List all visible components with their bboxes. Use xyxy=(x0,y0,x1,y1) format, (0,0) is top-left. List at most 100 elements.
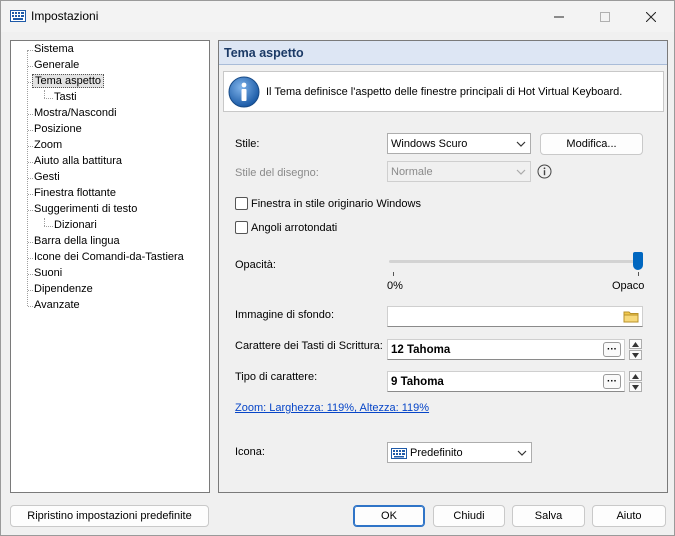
tree-item-label: Avanzate xyxy=(34,299,80,311)
opacity-slider-track[interactable] xyxy=(389,260,639,263)
style-combo[interactable]: Windows Scuro xyxy=(387,133,531,154)
opacity-min-label: 0% xyxy=(387,280,403,292)
chevron-up-icon xyxy=(632,341,639,347)
spin-down-button[interactable] xyxy=(629,350,642,360)
tree-item[interactable]: Aiuto alla battitura xyxy=(32,154,124,169)
tree-item-label: Suggerimenti di testo xyxy=(34,203,138,215)
icon-combo[interactable]: Predefinito xyxy=(387,442,532,463)
font-value: 9 Tahoma xyxy=(391,376,444,388)
tree-item-label: Icone dei Comandi-da-Tastiera xyxy=(34,251,184,263)
chevron-down-icon xyxy=(632,384,639,390)
info-box: Il Tema definisce l'aspetto delle finest… xyxy=(223,71,664,112)
opacity-max-label: Opaco xyxy=(612,280,645,292)
keyboard-icon xyxy=(10,10,26,22)
style-label: Stile: xyxy=(235,138,260,150)
tree-item[interactable]: Sistema xyxy=(32,42,76,57)
background-label: Immagine di sfondo: xyxy=(235,309,335,321)
title-bar: Impostazioni xyxy=(1,1,674,32)
font-input[interactable]: 9 Tahoma ··· xyxy=(387,371,625,392)
tree-connector xyxy=(44,90,45,98)
chevron-down-icon xyxy=(517,450,527,456)
tree-item-label: Generale xyxy=(34,59,80,71)
reset-defaults-button[interactable]: Ripristino impostazioni predefinite xyxy=(10,505,209,527)
key-font-label: Carattere dei Tasti di Scrittura: xyxy=(235,340,383,352)
maximize-button[interactable] xyxy=(582,1,628,32)
draw-style-value: Normale xyxy=(391,166,433,178)
tree-item-label: Dipendenze xyxy=(34,283,93,295)
draw-style-combo[interactable]: Normale xyxy=(387,161,531,182)
tree-item-label: Gesti xyxy=(34,171,60,183)
tree-item[interactable]: Icone dei Comandi-da-Tastiera xyxy=(32,250,186,265)
tree-item-label: Aiuto alla battitura xyxy=(34,155,123,167)
key-font-input[interactable]: 12 Tahoma ··· xyxy=(387,339,625,360)
tree-item-label: Barra della lingua xyxy=(34,235,120,247)
maximize-icon xyxy=(600,11,610,22)
ok-button[interactable]: OK xyxy=(353,505,425,527)
tree-item[interactable]: Tema aspetto xyxy=(32,74,105,89)
close-button[interactable]: Chiudi xyxy=(433,505,505,527)
rounded-corners-checkbox[interactable] xyxy=(235,221,248,234)
background-input[interactable] xyxy=(387,306,643,327)
tree-item[interactable]: Tasti xyxy=(52,90,79,105)
window-title: Impostazioni xyxy=(31,9,99,23)
edit-style-button[interactable]: Modifica... xyxy=(540,133,643,155)
chevron-down-icon xyxy=(632,352,639,358)
icon-label: Icona: xyxy=(235,446,265,458)
spin-up-button[interactable] xyxy=(629,371,642,381)
settings-tree[interactable]: Sistema Generale Tema aspetto Tasti Mostra/N… xyxy=(10,40,210,493)
spin-down-button[interactable] xyxy=(629,382,642,392)
opacity-slider-thumb[interactable] xyxy=(633,252,643,270)
key-font-spinner[interactable] xyxy=(629,339,642,360)
info-icon xyxy=(228,76,260,108)
chevron-down-icon xyxy=(516,169,526,175)
tree-item[interactable]: Zoom xyxy=(32,138,64,153)
close-icon xyxy=(646,11,656,22)
folder-icon[interactable] xyxy=(623,310,639,323)
native-style-label: Finestra in stile originario Windows xyxy=(251,198,421,210)
info-small-icon[interactable] xyxy=(537,164,552,179)
native-style-checkbox[interactable] xyxy=(235,197,248,210)
tree-item-label: Tema aspetto xyxy=(32,74,105,88)
info-text: Il Tema definisce l'aspetto delle finest… xyxy=(266,86,623,98)
save-button[interactable]: Salva xyxy=(512,505,585,527)
font-browse-button[interactable]: ··· xyxy=(603,374,621,389)
tree-item-label: Posizione xyxy=(34,123,82,135)
minimize-button[interactable] xyxy=(536,1,582,32)
tree-item[interactable]: Gesti xyxy=(32,170,62,185)
tree-item-label: Dizionari xyxy=(54,219,97,231)
panel-header: Tema aspetto xyxy=(219,41,667,65)
tree-item-label: Mostra/Nascondi xyxy=(34,107,117,119)
tree-item[interactable]: Posizione xyxy=(32,122,84,137)
rounded-corners-label: Angoli arrotondati xyxy=(251,222,338,234)
spin-up-button[interactable] xyxy=(629,339,642,349)
opacity-label: Opacità: xyxy=(235,259,276,271)
tree-item[interactable]: Finestra flottante xyxy=(32,186,118,201)
draw-style-label: Stile del disegno: xyxy=(235,167,319,179)
panel-title: Tema aspetto xyxy=(224,46,304,60)
style-value: Windows Scuro xyxy=(391,138,468,150)
tree-item[interactable]: Generale xyxy=(32,58,81,73)
help-button[interactable]: Aiuto xyxy=(592,505,666,527)
tree-item-label: Zoom xyxy=(34,139,63,151)
settings-window: Impostazioni Sistema Generale Tema aspetto… xyxy=(0,0,675,536)
chevron-down-icon xyxy=(516,141,526,147)
keyboard-icon xyxy=(391,448,407,459)
tree-item[interactable]: Dipendenze xyxy=(32,282,95,297)
font-spinner[interactable] xyxy=(629,371,642,392)
close-window-button[interactable] xyxy=(628,1,674,32)
tree-item[interactable]: Avanzate xyxy=(32,298,82,313)
minimize-icon xyxy=(554,16,564,17)
key-font-value: 12 Tahoma xyxy=(391,344,451,356)
tree-item[interactable]: Suoni xyxy=(32,266,64,281)
tree-item-label: Suoni xyxy=(34,267,63,279)
tree-item[interactable]: Suggerimenti di testo xyxy=(32,202,139,217)
key-font-browse-button[interactable]: ··· xyxy=(603,342,621,357)
tree-item[interactable]: Dizionari xyxy=(52,218,99,233)
tree-item-label: Sistema xyxy=(34,43,74,55)
tree-item[interactable]: Mostra/Nascondi xyxy=(32,106,119,121)
zoom-link[interactable]: Zoom: Larghezza: 119%, Altezza: 119% xyxy=(235,402,429,414)
slider-tick xyxy=(638,272,639,276)
font-label: Tipo di carattere: xyxy=(235,371,318,383)
tree-item[interactable]: Barra della lingua xyxy=(32,234,122,249)
tree-item-label: Finestra flottante xyxy=(34,187,116,199)
